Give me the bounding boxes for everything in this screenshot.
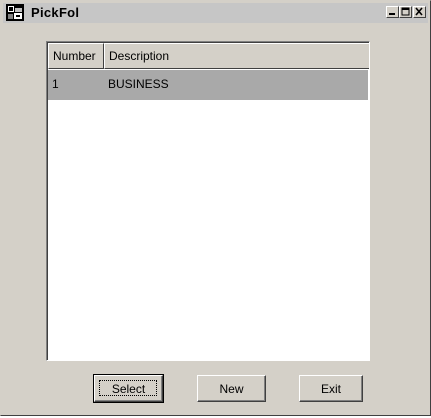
exit-button[interactable]: Exit xyxy=(299,375,363,402)
column-header-number[interactable]: Number xyxy=(48,43,104,69)
window-title: PickFol xyxy=(31,5,80,20)
row-number: 1 xyxy=(52,77,59,91)
select-button-label: Select xyxy=(111,381,146,396)
row-description: BUSINESS xyxy=(108,77,169,91)
app-icon xyxy=(6,4,24,21)
close-icon xyxy=(415,7,423,16)
list-header: Number Description xyxy=(48,43,369,69)
table-row[interactable]: 1 BUSINESS xyxy=(48,70,368,100)
new-button[interactable]: New xyxy=(197,375,266,402)
folder-list[interactable]: Number Description 1 BUSINESS xyxy=(46,41,370,361)
close-button[interactable] xyxy=(413,6,426,18)
title-bar[interactable]: PickFol xyxy=(3,3,428,23)
minimize-icon xyxy=(389,13,395,15)
column-header-description[interactable]: Description xyxy=(104,43,369,69)
select-button[interactable]: Select xyxy=(93,374,164,403)
minimize-button[interactable] xyxy=(386,6,399,18)
maximize-button[interactable] xyxy=(399,6,412,18)
maximize-icon xyxy=(401,7,410,16)
exit-button-label: Exit xyxy=(320,381,341,396)
new-button-label: New xyxy=(219,381,244,396)
pickfol-window: PickFol Number Description 1 BUSINESS Se… xyxy=(0,0,431,416)
